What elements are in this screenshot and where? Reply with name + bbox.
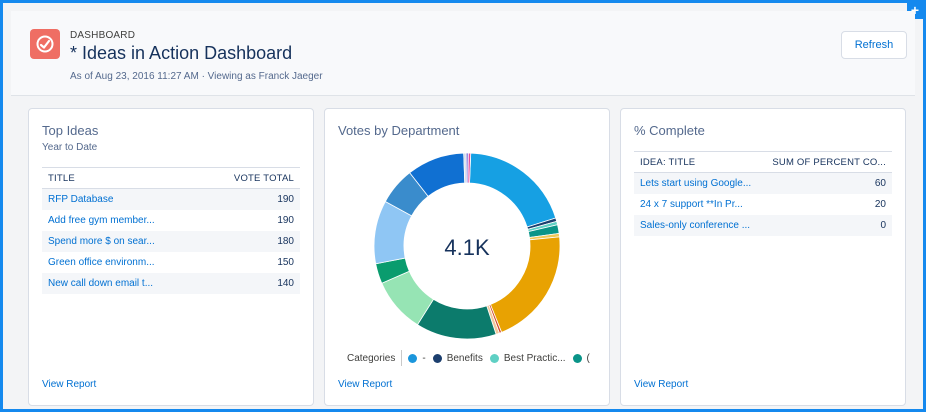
legend-label: - xyxy=(422,352,426,364)
view-report-link[interactable]: View Report xyxy=(338,379,392,390)
percent-value: 0 xyxy=(761,215,892,236)
vote-total: 150 xyxy=(277,257,294,268)
percent-complete-card: % Complete IDEA: TITLE SUM OF PERCENT CO… xyxy=(620,108,906,406)
dashboard-header: DASHBOARD * Ideas in Action Dashboard As… xyxy=(11,11,915,96)
legend-title: Categories xyxy=(347,352,396,364)
top-ideas-table: TITLE VOTE TOTAL RFP Database 190 Add fr… xyxy=(42,167,300,294)
column-header-idea-title[interactable]: IDEA: TITLE xyxy=(634,151,762,173)
table-row: Add free gym member... 190 xyxy=(42,210,300,231)
legend-label: Best Practic... xyxy=(503,352,566,364)
donut-center-total: 4.1K xyxy=(444,235,490,260)
dashboard-gauge-icon xyxy=(30,29,60,59)
idea-link[interactable]: Add free gym member... xyxy=(42,210,203,231)
legend-label: ( xyxy=(586,352,590,364)
card-subtitle: Year to Date xyxy=(42,142,98,153)
legend-label: Benefits xyxy=(446,352,483,364)
column-header-sum-percent[interactable]: SUM OF PERCENT CO... xyxy=(761,151,892,173)
legend-swatch xyxy=(489,353,499,363)
page-title: * Ideas in Action Dashboard xyxy=(70,43,293,63)
legend-swatch xyxy=(408,353,418,363)
table-row: Sales-only conference ... 0 xyxy=(634,215,892,236)
top-ideas-card: Top Ideas Year to Date TITLE VOTE TOTAL … xyxy=(28,108,314,406)
vote-total: 140 xyxy=(202,273,300,294)
legend-swatch xyxy=(432,353,442,363)
vote-total: 190 xyxy=(202,188,300,210)
table-row: Green office environm... 150 xyxy=(42,252,300,273)
idea-link[interactable]: Green office environm... xyxy=(42,252,203,273)
table-row: Spend more $ on sear... 180 xyxy=(42,231,300,252)
idea-link[interactable]: Spend more $ on sear... xyxy=(42,231,203,252)
table-row: Lets start using Google... 60 xyxy=(634,172,892,194)
idea-link[interactable]: 24 x 7 support **In Pr... xyxy=(634,194,762,215)
idea-link[interactable]: Sales-only conference ... xyxy=(634,215,762,236)
card-title: % Complete xyxy=(634,123,705,138)
table-row: New call down email t... 140 xyxy=(42,273,300,294)
column-header-title[interactable]: TITLE xyxy=(42,167,203,189)
table-row: 24 x 7 support **In Pr... 20 xyxy=(634,194,892,215)
legend-item[interactable]: Benefits xyxy=(432,352,483,364)
donut-slice[interactable] xyxy=(469,152,557,228)
page-eyebrow: DASHBOARD xyxy=(70,30,136,41)
card-title: Votes by Department xyxy=(338,123,460,138)
view-report-link[interactable]: View Report xyxy=(42,379,96,390)
column-header-vote-total[interactable]: VOTE TOTAL xyxy=(202,167,300,189)
percent-value: 20 xyxy=(874,199,886,210)
idea-link[interactable]: New call down email t... xyxy=(42,273,203,294)
dashboard-frame: + DASHBOARD * Ideas in Action Dashboard … xyxy=(0,0,926,412)
refresh-button[interactable]: Refresh xyxy=(841,31,907,59)
view-report-link[interactable]: View Report xyxy=(634,379,688,390)
legend-swatch xyxy=(572,353,582,363)
card-title: Top Ideas xyxy=(42,123,99,138)
idea-link[interactable]: RFP Database xyxy=(42,188,203,210)
vote-total: 180 xyxy=(202,231,300,252)
chart-legend: Categories - Benefits Best Practic... ( xyxy=(347,350,597,366)
table-row: RFP Database 190 xyxy=(42,188,300,210)
as-of-line: As of Aug 23, 2016 11:27 AM · Viewing as… xyxy=(70,71,323,82)
percent-value: 60 xyxy=(761,172,892,194)
percent-complete-table: IDEA: TITLE SUM OF PERCENT CO... Lets st… xyxy=(634,151,892,236)
legend-divider xyxy=(401,350,403,366)
idea-link[interactable]: Lets start using Google... xyxy=(634,172,762,194)
vote-total: 190 xyxy=(277,215,294,226)
legend-item[interactable]: Best Practic... xyxy=(489,352,566,364)
votes-by-department-card: Votes by Department 4.1K Categories - Be… xyxy=(324,108,610,406)
legend-item[interactable]: - xyxy=(408,352,426,364)
legend-item[interactable]: ( xyxy=(572,352,590,364)
